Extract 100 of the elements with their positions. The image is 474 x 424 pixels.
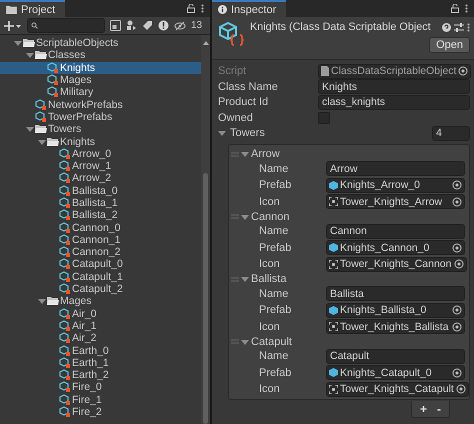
tree-item[interactable]: Cannon_2 <box>0 246 201 258</box>
drag-handle-icon[interactable] <box>231 152 239 156</box>
object-field[interactable]: Knights_Cannon_0 <box>326 240 465 256</box>
field-label: Name <box>259 225 290 238</box>
tree-item[interactable]: Arrow_1 <box>0 160 201 172</box>
text-field[interactable]: Cannon <box>326 224 465 239</box>
foldout-arrow-icon[interactable] <box>241 275 249 283</box>
warning-icon[interactable] <box>158 20 169 31</box>
tree-item[interactable]: Mages <box>0 74 201 86</box>
checkbox[interactable] <box>318 112 330 124</box>
inspector-tab[interactable]: Inspector <box>212 0 286 17</box>
text-field[interactable]: class_knights <box>318 94 470 110</box>
element-title[interactable]: Catapult <box>251 336 292 348</box>
eye-slash-icon[interactable] <box>174 20 186 30</box>
object-picker-icon[interactable] <box>452 180 462 190</box>
scriptable-asset-icon <box>59 283 71 296</box>
tree-item[interactable]: Earth_2 <box>0 369 201 382</box>
foldout-arrow-icon[interactable] <box>241 212 249 220</box>
field-label: Owned <box>218 112 254 124</box>
tree-item[interactable]: Ballista_1 <box>0 196 201 210</box>
tree-item[interactable]: Air_2 <box>0 332 201 344</box>
sprite-icon <box>329 260 338 269</box>
object-picker-icon[interactable] <box>456 384 466 394</box>
add-dropdown-icon[interactable] <box>4 20 22 30</box>
field-label: Icon <box>259 383 281 396</box>
tree-item[interactable]: Air_1 <box>0 320 201 332</box>
remove-element-button[interactable]: - <box>433 402 445 416</box>
open-button[interactable]: Open <box>429 37 470 53</box>
search-field[interactable] <box>27 18 105 33</box>
help-icon[interactable] <box>442 22 451 32</box>
search-by-type-icon[interactable] <box>110 20 121 31</box>
tree-item[interactable]: Towers <box>0 123 201 136</box>
scrollbar[interactable] <box>201 35 210 424</box>
object-field[interactable]: Knights_Ballista_0 <box>326 302 465 318</box>
foldout-arrow-icon[interactable] <box>38 297 46 306</box>
text-field[interactable]: Ballista <box>326 286 465 302</box>
foldout-arrow-icon[interactable] <box>241 150 249 158</box>
object-field[interactable]: Tower_Knights_Catapult <box>326 382 469 397</box>
more-menu-icon[interactable] <box>201 4 204 13</box>
scroll-up-arrow-icon[interactable] <box>202 41 208 45</box>
drag-handle-icon[interactable] <box>231 276 239 282</box>
tree-item[interactable]: Catapult_2 <box>0 282 201 296</box>
sliders-icon[interactable] <box>454 22 464 32</box>
tree-item[interactable]: Classes <box>0 49 201 62</box>
list-size-field[interactable]: 4 <box>432 126 470 141</box>
drag-handle-icon[interactable] <box>231 339 239 344</box>
tree-item[interactable]: Mages <box>0 295 201 308</box>
object-field[interactable]: Knights_Arrow_0 <box>326 178 465 193</box>
tree-item[interactable]: Earth_0 <box>0 344 201 357</box>
tree-item[interactable]: Cannon_1 <box>0 234 201 246</box>
scriptable-asset-icon <box>59 332 71 344</box>
tree-item[interactable]: ScriptableObjects <box>0 37 201 50</box>
scrollbar-thumb[interactable] <box>203 173 208 424</box>
tree-item[interactable]: TowerPrefabs <box>0 110 201 124</box>
tree-item[interactable]: Fire_0 <box>0 381 201 394</box>
foldout-arrow-icon[interactable] <box>218 129 226 138</box>
shapes-icon[interactable] <box>126 20 137 31</box>
drag-handle-icon[interactable] <box>231 214 239 219</box>
tree-item[interactable]: Catapult_0 <box>0 258 201 271</box>
tree-item[interactable]: Arrow_0 <box>0 148 201 160</box>
tree-item[interactable]: NetworkPrefabs <box>0 98 201 111</box>
element-title[interactable]: Arrow <box>251 148 280 160</box>
object-picker-icon[interactable] <box>452 196 462 207</box>
object-picker-icon[interactable] <box>452 305 462 316</box>
tree-item[interactable]: Knights <box>0 135 201 148</box>
tree-item[interactable]: Military <box>0 86 201 98</box>
scriptable-asset-icon <box>47 62 59 74</box>
element-title[interactable]: Ballista <box>251 273 286 285</box>
foldout-arrow-icon[interactable] <box>241 338 249 346</box>
object-picker-icon[interactable] <box>452 368 462 378</box>
project-tab[interactable]: Project <box>0 0 66 17</box>
field-label: Class Name <box>218 80 279 93</box>
add-element-button[interactable]: + <box>416 402 431 416</box>
tree-item[interactable]: Knights <box>0 62 201 74</box>
text-field[interactable]: Knights <box>318 79 470 94</box>
object-picker-icon[interactable] <box>454 259 464 270</box>
more-menu-icon[interactable] <box>467 22 470 32</box>
tree-item[interactable]: Ballista_2 <box>0 209 201 222</box>
tree-item[interactable]: Cannon_0 <box>0 221 201 234</box>
tree-item[interactable]: Catapult_1 <box>0 270 201 283</box>
object-field[interactable]: Tower_Knights_Arrow <box>326 194 465 210</box>
tree-item[interactable]: Fire_1 <box>0 394 201 406</box>
object-picker-icon[interactable] <box>452 242 462 253</box>
tree-item[interactable]: Ballista_0 <box>0 184 201 197</box>
field-label: Prefab <box>259 304 292 316</box>
lock-icon[interactable] <box>187 4 195 13</box>
tree-item[interactable]: Fire_2 <box>0 406 201 418</box>
object-picker-icon[interactable] <box>452 322 462 332</box>
tree-item[interactable]: Air_0 <box>0 308 201 320</box>
lock-icon[interactable] <box>451 4 459 13</box>
text-field[interactable]: Arrow <box>326 161 465 176</box>
tree-item[interactable]: Earth_1 <box>0 356 201 370</box>
tag-icon[interactable] <box>142 20 153 31</box>
object-field[interactable]: Knights_Catapult_0 <box>326 365 465 380</box>
element-title[interactable]: Cannon <box>251 210 290 222</box>
more-menu-icon[interactable] <box>465 4 468 13</box>
object-field[interactable]: Tower_Knights_Ballista <box>326 319 465 334</box>
tree-item[interactable]: Arrow_2 <box>0 172 201 185</box>
text-field[interactable]: Catapult <box>326 348 465 364</box>
object-field[interactable]: Tower_Knights_Cannon <box>326 256 466 272</box>
